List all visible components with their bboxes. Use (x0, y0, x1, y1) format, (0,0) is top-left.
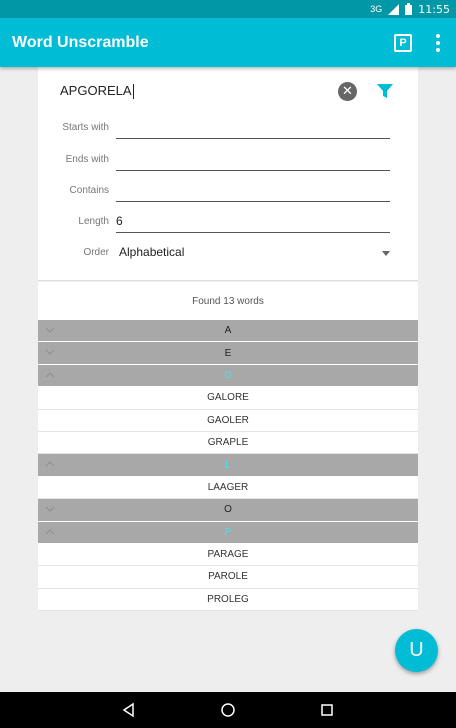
group-letter: E (224, 347, 232, 359)
word-row[interactable]: GALORE (38, 387, 418, 410)
app-bar: Word Unscramble P (0, 18, 456, 67)
contains-field: Contains (38, 178, 418, 206)
group-letter: O (224, 504, 232, 516)
order-value: Alphabetical (119, 245, 185, 259)
recents-icon[interactable] (315, 698, 339, 722)
search-row: APGORELA ✕ (60, 79, 394, 103)
status-bar: 3G 11:55 (0, 0, 456, 18)
group-header-o[interactable]: O (38, 499, 418, 522)
p-icon-label: P (399, 36, 407, 49)
clear-icon[interactable]: ✕ (338, 81, 357, 101)
length-input[interactable]: 6 (116, 209, 390, 233)
ends-with-label: Ends with (65, 154, 109, 165)
starts-with-field: Starts with (38, 115, 418, 143)
word-row[interactable]: LAAGER (38, 476, 418, 500)
order-select[interactable]: Order Alphabetical (38, 242, 418, 264)
length-label: Length (78, 216, 109, 227)
search-input[interactable]: APGORELA (60, 82, 338, 100)
signal-indicator: 3G (370, 4, 383, 14)
nav-bar (0, 692, 456, 728)
group-header-g[interactable]: G (38, 364, 418, 388)
back-icon[interactable] (117, 698, 141, 722)
word-row[interactable]: PARAGE (38, 543, 418, 567)
home-icon[interactable] (216, 698, 240, 722)
group-header-e[interactable]: E (38, 342, 418, 365)
results-list: A E G GALORE GAOLER GRAPLE L LAAGER O P PARAGE PARO… (38, 320, 418, 612)
chevron-up-icon (46, 528, 54, 534)
search-card: APGORELA ✕ Starts with Ends with Contain… (38, 67, 418, 281)
starts-with-input[interactable] (116, 115, 390, 139)
group-letter: L (225, 459, 231, 471)
group-letter: P (224, 526, 232, 538)
p-icon[interactable]: P (394, 33, 412, 52)
results-summary: Found 13 words (38, 282, 418, 320)
chevron-down-icon (46, 350, 54, 356)
more-vert-icon[interactable] (428, 31, 448, 55)
ends-with-field: Ends with (38, 147, 418, 175)
clock: 11:55 (418, 2, 450, 16)
length-field: Length 6 (38, 209, 418, 237)
battery-icon (405, 3, 413, 15)
word-row[interactable]: PAROLE (38, 566, 418, 589)
word-row[interactable]: GRAPLE (38, 431, 418, 455)
ends-with-input[interactable] (116, 147, 390, 171)
starts-with-label: Starts with (62, 122, 109, 133)
chevron-down-icon (46, 327, 54, 333)
word-row[interactable]: PROLEG (38, 588, 418, 612)
filter-icon[interactable] (375, 82, 394, 101)
app-title: Word Unscramble (12, 33, 149, 51)
contains-input[interactable] (116, 178, 390, 202)
fab-label: U (409, 639, 424, 661)
chevron-up-icon (46, 372, 54, 378)
chevron-up-icon (46, 461, 54, 467)
search-value: APGORELA (60, 82, 132, 98)
contains-label: Contains (69, 185, 109, 196)
group-header-a[interactable]: A (38, 320, 418, 343)
dropdown-arrow-icon (382, 251, 390, 256)
group-letter: A (224, 325, 232, 337)
group-letter: G (224, 369, 232, 381)
order-label: Order (83, 247, 109, 258)
group-header-l[interactable]: L (38, 454, 418, 477)
chevron-down-icon (46, 506, 54, 512)
group-header-p[interactable]: P (38, 521, 418, 544)
unscramble-fab[interactable]: U (395, 629, 438, 672)
cell-signal-icon (388, 3, 400, 15)
word-row[interactable]: GAOLER (38, 409, 418, 432)
